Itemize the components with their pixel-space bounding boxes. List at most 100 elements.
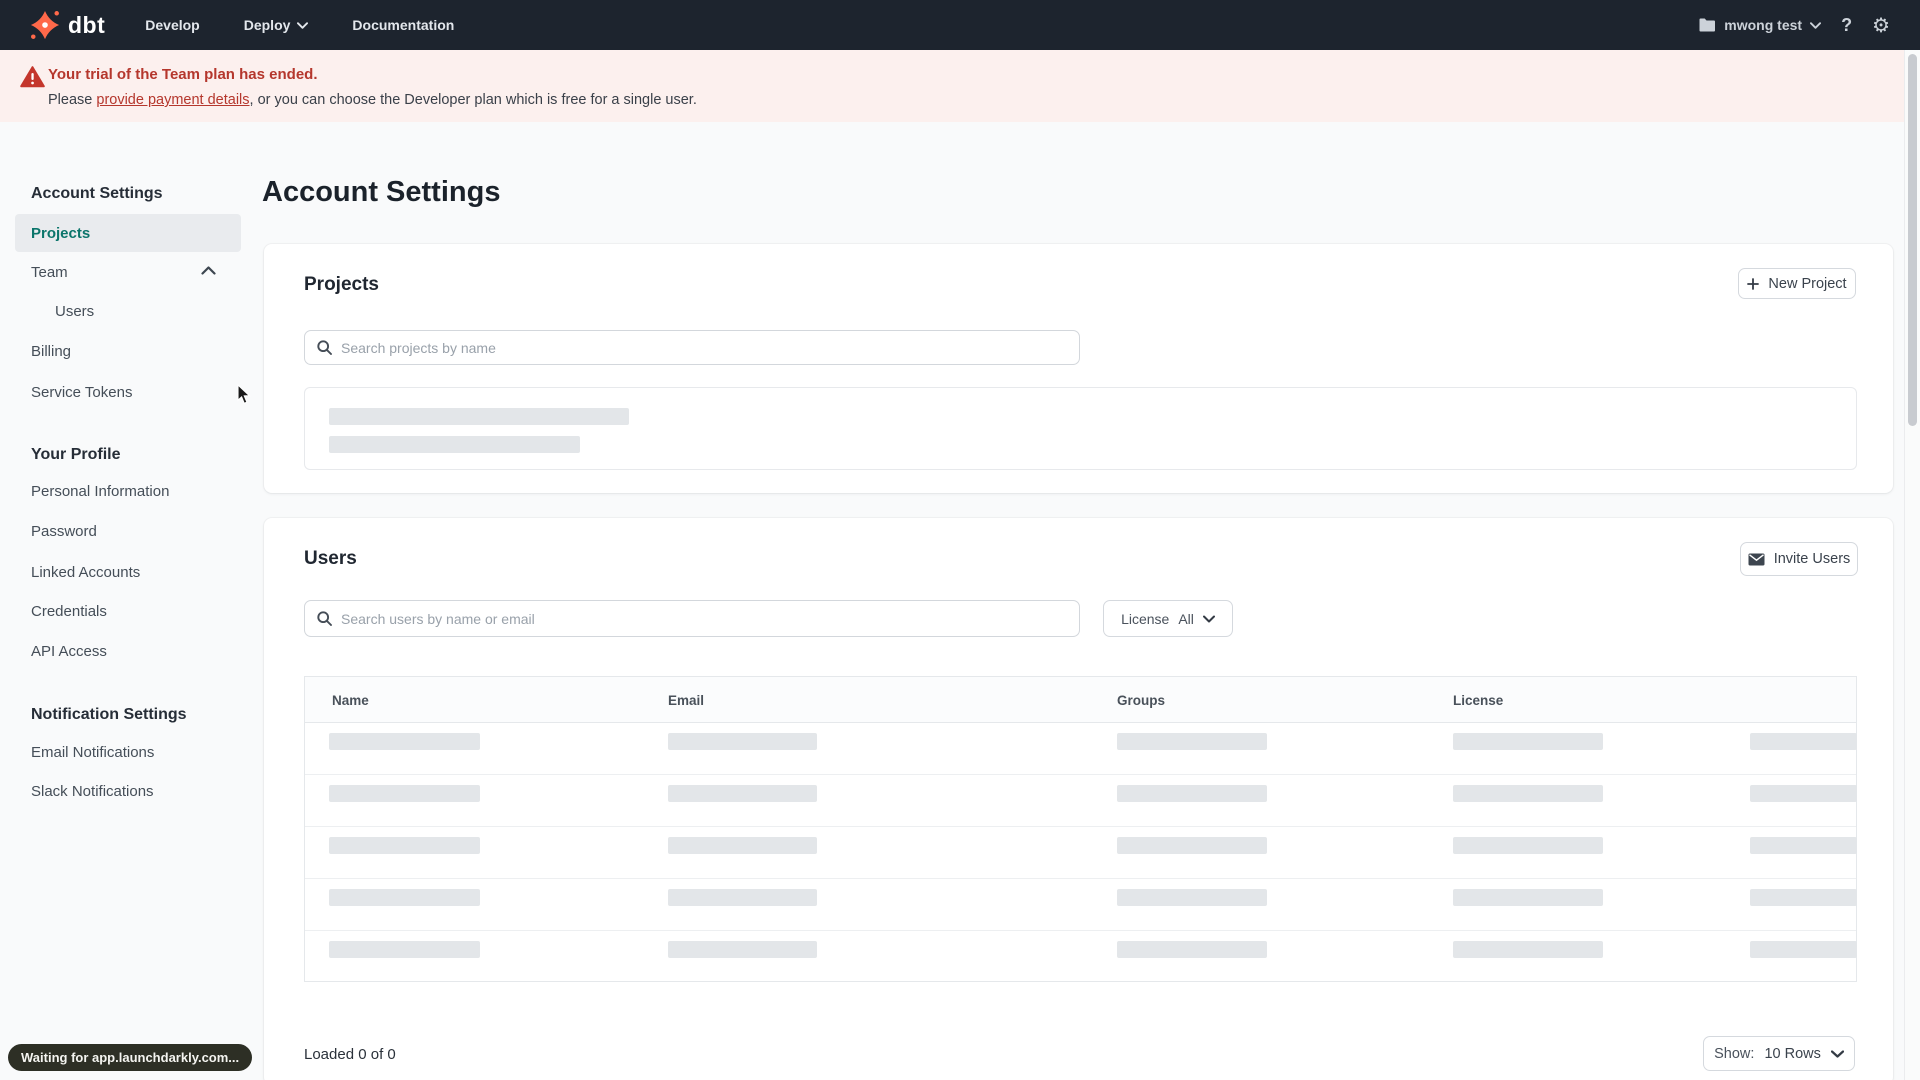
- scrollbar-thumb[interactable]: [1908, 54, 1917, 426]
- scrollbar[interactable]: [1904, 50, 1920, 1080]
- loaded-count: Loaded 0 of 0: [304, 1046, 396, 1063]
- banner-title: Your trial of the Team plan has ended.: [48, 66, 318, 83]
- search-icon: [317, 340, 332, 355]
- chevron-down-icon: [1830, 1049, 1844, 1058]
- sidebar-heading-account-settings: Account Settings: [31, 185, 163, 202]
- chevron-down-icon: [297, 21, 309, 29]
- nav-item-documentation[interactable]: Documentation: [352, 17, 454, 33]
- users-search: [304, 600, 1080, 637]
- chevron-down-icon: [1810, 21, 1822, 29]
- skeleton-bar: [668, 733, 817, 750]
- skeleton-bar: [1453, 941, 1603, 958]
- skeleton-bar: [668, 941, 817, 958]
- table-row-skeleton: [305, 827, 1857, 879]
- projects-search-input[interactable]: [341, 339, 1067, 356]
- account-name: mwong test: [1724, 17, 1803, 33]
- sidebar-item-users[interactable]: Users: [55, 303, 94, 320]
- account-switcher[interactable]: mwong test: [1699, 17, 1822, 33]
- users-card: Users Invite Users License All Name Emai…: [264, 518, 1893, 1080]
- nav-item-deploy[interactable]: Deploy: [244, 17, 309, 33]
- column-header-groups: Groups: [1117, 693, 1166, 708]
- envelope-icon: [1748, 553, 1765, 566]
- invite-users-button[interactable]: Invite Users: [1740, 542, 1858, 576]
- sidebar-item-api-access[interactable]: API Access: [31, 643, 107, 660]
- dbt-logo[interactable]: dbt: [30, 10, 105, 40]
- projects-search: [304, 330, 1080, 365]
- projects-section-title: Projects: [304, 274, 379, 295]
- sidebar-heading-your-profile: Your Profile: [31, 446, 121, 463]
- skeleton-bar: [329, 941, 480, 958]
- skeleton-bar: [1117, 889, 1267, 906]
- sidebar-item-personal-information[interactable]: Personal Information: [31, 483, 169, 500]
- skeleton-bar: [1750, 889, 1857, 906]
- license-filter-label: License: [1121, 610, 1170, 627]
- skeleton-bar: [1750, 837, 1857, 854]
- project-loading-placeholder: [304, 387, 1857, 470]
- skeleton-bar: [668, 785, 817, 802]
- skeleton-bar: [1117, 785, 1267, 802]
- help-icon[interactable]: ?: [1837, 15, 1856, 36]
- sidebar-item-credentials[interactable]: Credentials: [31, 603, 107, 620]
- table-row-skeleton: [305, 775, 1857, 827]
- skeleton-bar: [1750, 785, 1857, 802]
- users-table-header: Name Email Groups License: [305, 677, 1856, 723]
- trial-banner: Your trial of the Team plan has ended. P…: [0, 50, 1920, 122]
- folder-icon: [1699, 18, 1716, 32]
- sidebar-item-password[interactable]: Password: [31, 523, 97, 540]
- search-icon: [317, 611, 332, 626]
- show-label: Show:: [1714, 1045, 1755, 1062]
- skeleton-bar: [1117, 733, 1267, 750]
- projects-card: Projects New Project: [264, 244, 1893, 493]
- skeleton-bar: [1117, 941, 1267, 958]
- sidebar-item-linked-accounts[interactable]: Linked Accounts: [31, 564, 140, 581]
- mouse-cursor: [237, 384, 252, 405]
- chevron-down-icon: [1202, 615, 1215, 623]
- dbt-logo-icon: [30, 10, 60, 40]
- skeleton-bar: [1453, 785, 1603, 802]
- show-value: 10 Rows: [1764, 1045, 1821, 1062]
- banner-body: Please provide payment details, or you c…: [48, 92, 697, 108]
- payment-details-link[interactable]: provide payment details: [96, 92, 249, 108]
- nav-menu: Develop Deploy Documentation: [145, 17, 454, 33]
- warning-icon: [20, 66, 45, 88]
- skeleton-bar: [329, 785, 480, 802]
- skeleton-bar: [1750, 733, 1857, 750]
- users-table: Name Email Groups License: [304, 676, 1857, 982]
- skeleton-bar: [1453, 837, 1603, 854]
- top-nav: dbt Develop Deploy Documentation mwong t…: [0, 0, 1920, 50]
- sidebar-item-projects[interactable]: Projects: [31, 225, 90, 242]
- column-header-email: Email: [668, 693, 705, 708]
- skeleton-bar: [668, 837, 817, 854]
- sidebar-item-service-tokens[interactable]: Service Tokens: [31, 384, 132, 401]
- skeleton-bar: [329, 837, 480, 854]
- nav-right: mwong test ? ⚙: [1699, 15, 1920, 36]
- sidebar-item-billing[interactable]: Billing: [31, 343, 71, 360]
- new-project-button[interactable]: New Project: [1738, 268, 1856, 299]
- skeleton-bar: [1750, 941, 1857, 958]
- sidebar-item-team[interactable]: Team: [31, 264, 68, 281]
- nav-item-develop[interactable]: Develop: [145, 17, 199, 33]
- column-header-license: License: [1453, 693, 1504, 708]
- users-section-title: Users: [304, 548, 357, 569]
- plus-icon: [1747, 277, 1760, 290]
- license-filter-value: All: [1178, 610, 1194, 627]
- sidebar-item-slack-notifications[interactable]: Slack Notifications: [31, 783, 154, 800]
- table-row-skeleton: [305, 879, 1857, 931]
- table-row-skeleton: [305, 931, 1857, 983]
- gear-icon[interactable]: ⚙: [1872, 15, 1890, 35]
- skeleton-bar: [329, 889, 480, 906]
- page-title: Account Settings: [262, 176, 501, 208]
- users-search-input[interactable]: [341, 610, 1067, 627]
- table-row-skeleton: [305, 723, 1857, 775]
- browser-status-bubble: Waiting for app.launchdarkly.com...: [8, 1044, 253, 1071]
- license-filter-dropdown[interactable]: License All: [1103, 600, 1233, 637]
- rows-per-page-dropdown[interactable]: Show: 10 Rows: [1703, 1036, 1855, 1071]
- skeleton-bar: [1117, 837, 1267, 854]
- skeleton-bar: [329, 436, 580, 453]
- chevron-up-icon[interactable]: [201, 266, 216, 275]
- sidebar-item-email-notifications[interactable]: Email Notifications: [31, 744, 154, 761]
- skeleton-bar: [1453, 733, 1603, 750]
- skeleton-bar: [329, 733, 480, 750]
- brand-text: dbt: [68, 11, 106, 38]
- skeleton-bar: [1453, 889, 1603, 906]
